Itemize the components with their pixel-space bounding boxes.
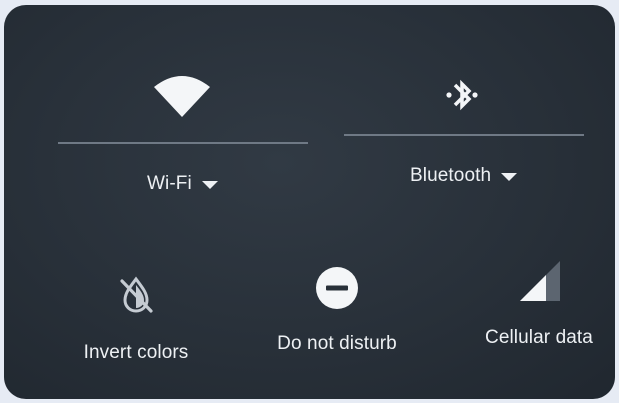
cellular-data-tile[interactable]: Cellular data: [474, 257, 604, 349]
wifi-label: Wi-Fi: [147, 173, 192, 194]
quick-settings-panel: Wi-Fi Bluetooth Invert colors Do not dis…: [4, 5, 615, 399]
screen-frame: Wi-Fi Bluetooth Invert colors Do not dis…: [0, 0, 619, 403]
invert-colors-tile[interactable]: Invert colors: [76, 273, 196, 364]
do-not-disturb-label: Do not disturb: [277, 333, 397, 354]
chevron-down-icon[interactable]: [501, 173, 518, 181]
cellular-signal-icon: [520, 261, 560, 301]
wifi-toggle[interactable]: Wi-Fi: [147, 173, 218, 195]
wifi-icon[interactable]: [152, 73, 212, 119]
bluetooth-divider: [344, 134, 584, 136]
bluetooth-label: Bluetooth: [410, 165, 492, 186]
cellular-data-label: Cellular data: [485, 327, 593, 348]
wifi-divider: [58, 142, 308, 144]
invert-colors-off-icon: [120, 276, 153, 313]
invert-colors-label: Invert colors: [83, 342, 189, 363]
chevron-down-icon[interactable]: [201, 181, 218, 189]
do-not-disturb-tile[interactable]: Do not disturb: [272, 265, 402, 355]
bluetooth-toggle[interactable]: Bluetooth: [410, 165, 518, 187]
do-not-disturb-icon: [316, 267, 358, 309]
bluetooth-icon[interactable]: [442, 75, 482, 115]
